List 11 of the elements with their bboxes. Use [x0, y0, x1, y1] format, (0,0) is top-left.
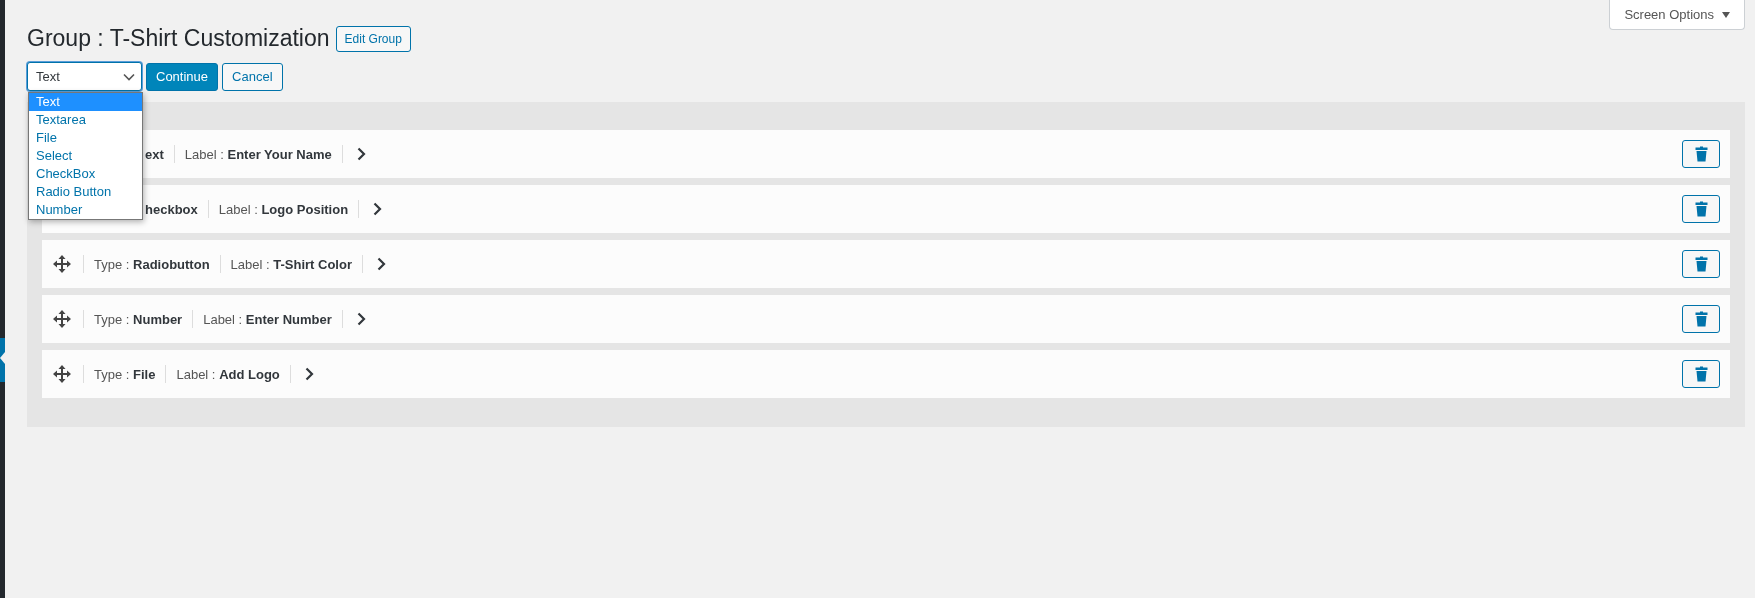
field-label: Label : Logo Position — [217, 201, 350, 217]
field-label: Label : Enter Number — [202, 311, 333, 327]
field-type: ext — [144, 146, 165, 162]
field-label: Label : Enter Your Name — [183, 146, 333, 162]
field-type: Type : File — [93, 366, 157, 382]
field-label: Label : Add Logo — [175, 366, 281, 382]
page-title: Group : T-Shirt Customization — [27, 25, 330, 52]
field-type: heckbox — [144, 201, 199, 217]
field-type: Type : Number — [93, 311, 184, 327]
field-type: Type : Radiobutton — [93, 256, 211, 272]
field-label: Label : T-Shirt Color — [229, 256, 353, 272]
